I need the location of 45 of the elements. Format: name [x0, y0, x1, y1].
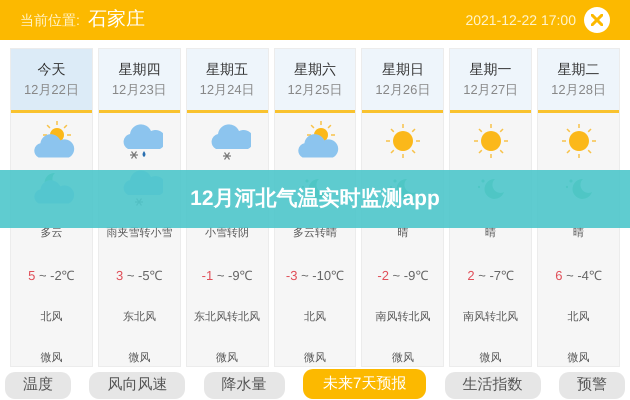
wind-direction: 北风: [40, 310, 62, 325]
temperature: -2 ~ -9℃: [377, 266, 428, 284]
weekday: 星期五: [206, 60, 248, 80]
date: 12月23日: [112, 81, 167, 100]
wind-direction: 东北风: [122, 310, 156, 325]
condition: 多云转晴: [292, 226, 337, 241]
weekday: 星期四: [118, 60, 160, 80]
wind-direction: 南风转北风: [375, 310, 430, 325]
wind-direction: 东北风转北风: [194, 310, 260, 325]
weekday: 星期一: [470, 60, 512, 80]
wind-force: 微风: [480, 350, 502, 366]
date: 12月26日: [375, 81, 430, 100]
weekday: 星期二: [558, 60, 600, 80]
condition: 晴: [485, 226, 496, 241]
temperature: 3 ~ -5℃: [116, 266, 163, 284]
temperature: 2 ~ -7℃: [467, 266, 514, 284]
date: 12月27日: [463, 81, 518, 100]
condition: 小雪转阴: [205, 226, 250, 241]
temperature: 5 ~ -2℃: [28, 266, 75, 284]
condition: 雨夹雪转小雪: [106, 226, 172, 241]
wind-direction: 北风: [568, 310, 590, 325]
city-name: 石家庄: [88, 8, 145, 32]
wind-force: 微风: [216, 350, 238, 366]
weekday: 星期日: [382, 60, 424, 80]
wind-force: 微风: [304, 350, 326, 366]
weekday: 今天: [37, 60, 66, 80]
weekday: 星期六: [294, 60, 336, 80]
temperature: -1 ~ -9℃: [202, 266, 253, 284]
wind-force: 微风: [392, 350, 414, 366]
wind-direction: 北风: [304, 310, 326, 325]
wind-direction: 南风转北风: [463, 310, 518, 325]
date: 12月25日: [288, 81, 342, 100]
temperature: 6 ~ -4℃: [555, 266, 602, 284]
datetime: 2021-12-22 17:00: [465, 10, 576, 30]
date: 12月22日: [24, 81, 79, 100]
wind-force: 微风: [40, 350, 62, 366]
location-label: 当前位置:: [20, 10, 80, 30]
wind-force: 微风: [128, 350, 150, 366]
condition: 晴: [573, 226, 584, 241]
temperature: -3 ~ -10℃: [286, 266, 344, 284]
date: 12月28日: [551, 81, 606, 100]
condition: 晴: [397, 226, 408, 241]
date: 12月24日: [200, 81, 255, 100]
condition: 多云: [40, 226, 62, 241]
wind-force: 微风: [568, 350, 590, 366]
